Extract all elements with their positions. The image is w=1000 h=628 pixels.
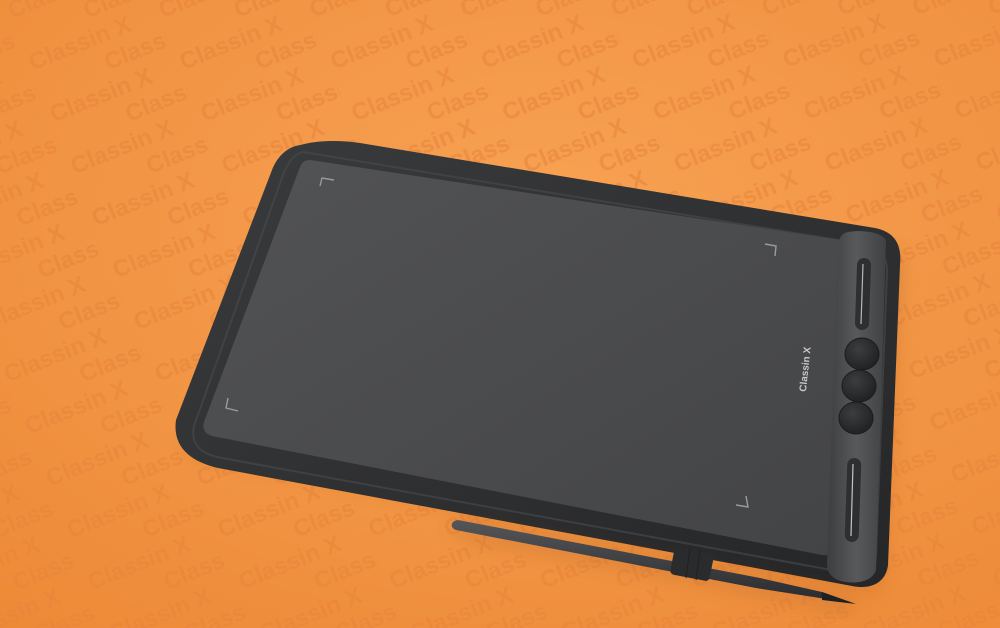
express-buttons bbox=[838, 337, 880, 435]
scene-illustration: Classin X Classin X bbox=[0, 0, 1000, 628]
product-photo-scene: Classin X Classin X bbox=[0, 0, 1000, 628]
touch-strip-top[interactable] bbox=[854, 258, 872, 330]
express-button-2[interactable] bbox=[841, 369, 877, 403]
touch-strip-bottom[interactable] bbox=[844, 458, 862, 542]
express-button-1[interactable] bbox=[844, 337, 880, 371]
express-button-3[interactable] bbox=[838, 401, 874, 435]
